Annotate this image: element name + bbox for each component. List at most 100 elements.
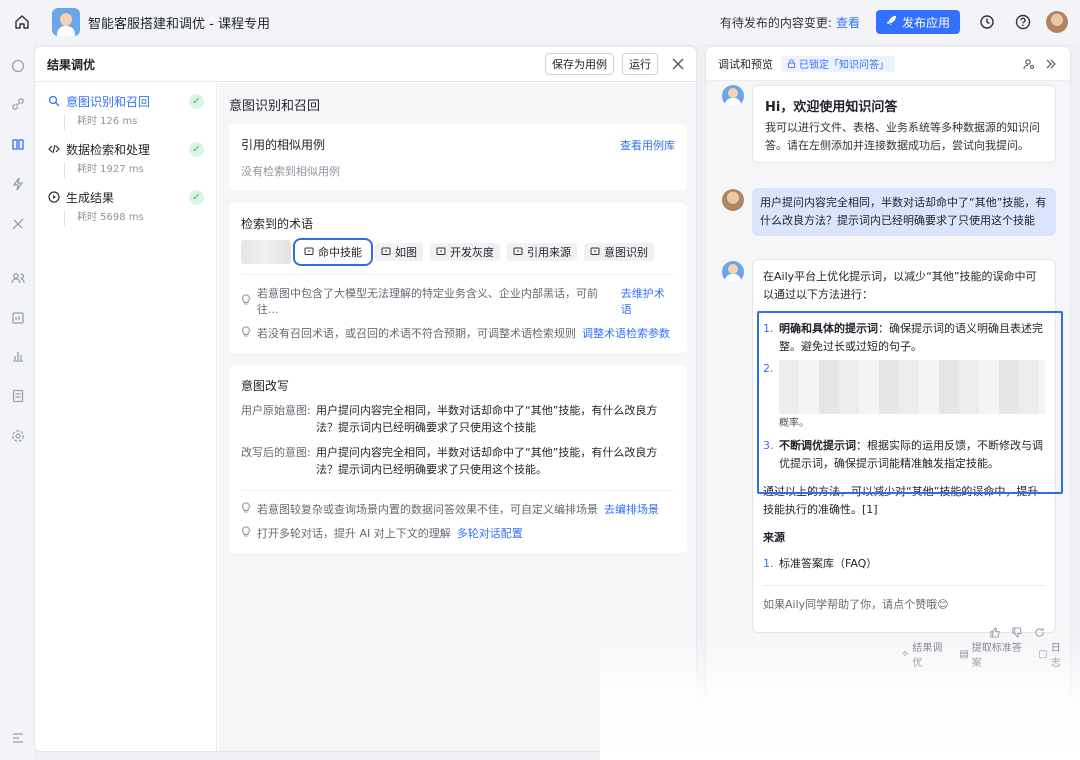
tag-icon: [590, 247, 600, 255]
tag-label: 意图识别: [604, 246, 648, 259]
collapse-icon[interactable]: [10, 730, 26, 746]
bar-chart-icon[interactable]: [10, 348, 26, 364]
term-tag[interactable]: 引用来源: [507, 243, 577, 261]
term-tags: 命中技能 如图 开发灰度 引用来源 意图识别: [241, 238, 675, 266]
bulb-icon: [241, 326, 251, 340]
run-button[interactable]: 运行: [622, 53, 658, 75]
terms-card: 检索到的术语 命中技能 如图 开发灰度 引用来源 意图识别 若意图中包含了大模型…: [229, 203, 687, 353]
answer-highlight-box: [757, 311, 1063, 494]
user-avatar: [722, 189, 744, 211]
step-intent-recall[interactable]: 意图识别和召回 ✓ 耗时 126 ms: [35, 91, 216, 139]
lightning-icon[interactable]: [10, 176, 26, 192]
tag-label: 开发灰度: [450, 246, 494, 259]
app-avatar: [52, 8, 80, 36]
feedback-prompt: 如果Aily同学帮助了你，请点个赞哦😊: [763, 598, 949, 611]
orchestrate-scene-link[interactable]: 去编排场景: [604, 501, 659, 517]
tip-text: 若没有召回术语，或召回的术语不符合预期，可调整术语检索规则: [257, 327, 576, 340]
code-icon: [47, 142, 61, 156]
link-icon[interactable]: [10, 96, 26, 112]
user-question-bubble: 用户提问内容完全相同，半数对话却命中了“其他”技能，有什么改良方法？提示词内已经…: [752, 188, 1056, 236]
refresh-icon[interactable]: [1033, 626, 1045, 638]
source-text: 标准答案库（FAQ）: [779, 557, 878, 570]
tip-text: 打开多轮对话，提升 AI 对上下文的理解: [257, 527, 451, 540]
tip-text: 若意图较复杂或查询场景内置的数据问答效果不佳，可自定义编排场景: [257, 503, 598, 516]
help-icon[interactable]: [1014, 13, 1032, 31]
history-icon[interactable]: [978, 13, 996, 31]
settings-icon[interactable]: [10, 428, 26, 444]
preview-header: 调试和预览 已锁定「知识问答」: [706, 47, 1070, 81]
tools-icon[interactable]: [10, 216, 26, 232]
rocket-icon: [886, 15, 897, 29]
collapse-right-icon[interactable]: [1044, 57, 1058, 71]
adjust-term-params-link[interactable]: 调整术语检索参数: [582, 325, 670, 341]
view-changes-link[interactable]: 查看: [836, 14, 860, 31]
doc-icon: ▤: [959, 648, 969, 660]
source-label: 来源: [763, 531, 785, 544]
publish-label: 发布应用: [901, 15, 950, 30]
knowledge-icon[interactable]: [10, 136, 26, 152]
report-icon[interactable]: [10, 310, 26, 326]
step-list: 意图识别和召回 ✓ 耗时 126 ms 数据检索和处理 ✓ 耗时 1927 ms…: [35, 83, 217, 751]
bulb-icon: [241, 294, 251, 308]
preview-title: 调试和预览: [718, 57, 773, 71]
log-icon: ▢: [1038, 648, 1048, 660]
bot-avatar: [722, 85, 744, 107]
check-icon: ✓: [189, 190, 204, 205]
original-intent-row: 用户原始意图: 用户提问内容完全相同，半数对话却命中了“其他”技能，有什么改良方…: [241, 402, 675, 436]
chat-icon[interactable]: [10, 58, 26, 74]
tag-icon: [304, 247, 314, 255]
tune-result-link[interactable]: ✧ 结果调优: [901, 639, 951, 669]
home-icon[interactable]: [12, 12, 32, 32]
users-icon[interactable]: [10, 270, 26, 286]
bot-avatar: [722, 261, 744, 283]
save-as-case-button[interactable]: 保存为用例: [545, 53, 614, 75]
left-rail: [0, 44, 34, 760]
card-title: 检索到的术语: [241, 217, 314, 231]
multi-turn-config-link[interactable]: 多轮对话配置: [457, 525, 523, 541]
check-icon: ✓: [189, 94, 204, 109]
top-bar: 智能客服搭建和调优 - 课程专用 有待发布的内容变更: 查看 发布应用: [0, 0, 1080, 44]
document-icon[interactable]: [10, 388, 26, 404]
original-intent-text: 用户提问内容完全相同，半数对话却命中了“其他”技能，有什么改良方法？提示词内已经…: [316, 404, 658, 434]
user-settings-icon[interactable]: [1022, 57, 1036, 71]
lock-icon: [787, 59, 796, 68]
thumbs-down-icon[interactable]: [1011, 626, 1023, 638]
panel-title: 结果调优: [47, 57, 96, 72]
original-intent-label: 用户原始意图:: [241, 404, 311, 417]
step-name: 数据检索和处理: [66, 142, 151, 157]
user-avatar[interactable]: [1046, 11, 1068, 33]
extract-answer-link[interactable]: ▤ 提取标准答案: [959, 639, 1030, 669]
link-label: 日志: [1050, 643, 1061, 669]
welcome-body: 我可以进行文件、表格、业务系统等多种数据源的知识问答。请在左侧添加并连接数据成功…: [765, 121, 1040, 152]
term-tag[interactable]: 如图: [375, 243, 423, 261]
tag-label: 引用来源: [527, 246, 571, 259]
tag-icon: [513, 247, 523, 255]
log-link[interactable]: ▢ 日志: [1038, 639, 1070, 669]
publish-app-button[interactable]: 发布应用: [875, 10, 960, 34]
step-generate-result[interactable]: 生成结果 ✓ 耗时 5698 ms: [35, 187, 216, 235]
rewrite-tip: 打开多轮对话，提升 AI 对上下文的理解 多轮对话配置: [241, 525, 675, 541]
intent-rewrite-card: 意图改写 用户原始意图: 用户提问内容完全相同，半数对话却命中了“其他”技能，有…: [229, 365, 687, 553]
step-data-retrieval[interactable]: 数据检索和处理 ✓ 耗时 1927 ms: [35, 139, 216, 187]
term-tag[interactable]: 命中技能: [293, 238, 373, 266]
thumbs-up-icon[interactable]: [989, 626, 1001, 638]
rewritten-intent-row: 改写后的意图: 用户提问内容完全相同，半数对话却命中了“其他”技能，有什么改良方…: [241, 444, 675, 478]
term-tag[interactable]: 意图识别: [584, 243, 654, 261]
locked-skill-badge[interactable]: 已锁定「知识问答」: [781, 55, 895, 72]
link-label: 结果调优: [912, 643, 943, 669]
view-case-library-link[interactable]: 查看用例库: [620, 137, 675, 153]
list-number: 1.: [763, 557, 774, 570]
close-icon[interactable]: [672, 55, 684, 74]
maintain-terms-link[interactable]: 去维护术语: [621, 285, 675, 317]
term-tip: 若意图中包含了大模型无法理解的特定业务含义、企业内部黑话，可前往... 去维护术…: [241, 285, 675, 317]
blurred-tag: [241, 240, 291, 264]
detail-title: 意图识别和召回: [229, 99, 321, 114]
source-item[interactable]: 1. 标准答案库（FAQ）: [763, 555, 1045, 573]
step-detail: 意图识别和召回 引用的相似用例 查看用例库 没有检索到相似用例 检索到的术语 命…: [218, 83, 696, 751]
term-tag[interactable]: 开发灰度: [430, 243, 500, 261]
term-tip: 若没有召回术语，或召回的术语不符合预期，可调整术语检索规则 调整术语检索参数: [241, 325, 675, 341]
step-time: 耗时 1927 ms: [64, 162, 216, 178]
rewritten-intent-label: 改写后的意图:: [241, 446, 311, 459]
wand-icon: ✧: [901, 648, 910, 660]
link-label: 提取标准答案: [971, 643, 1022, 669]
